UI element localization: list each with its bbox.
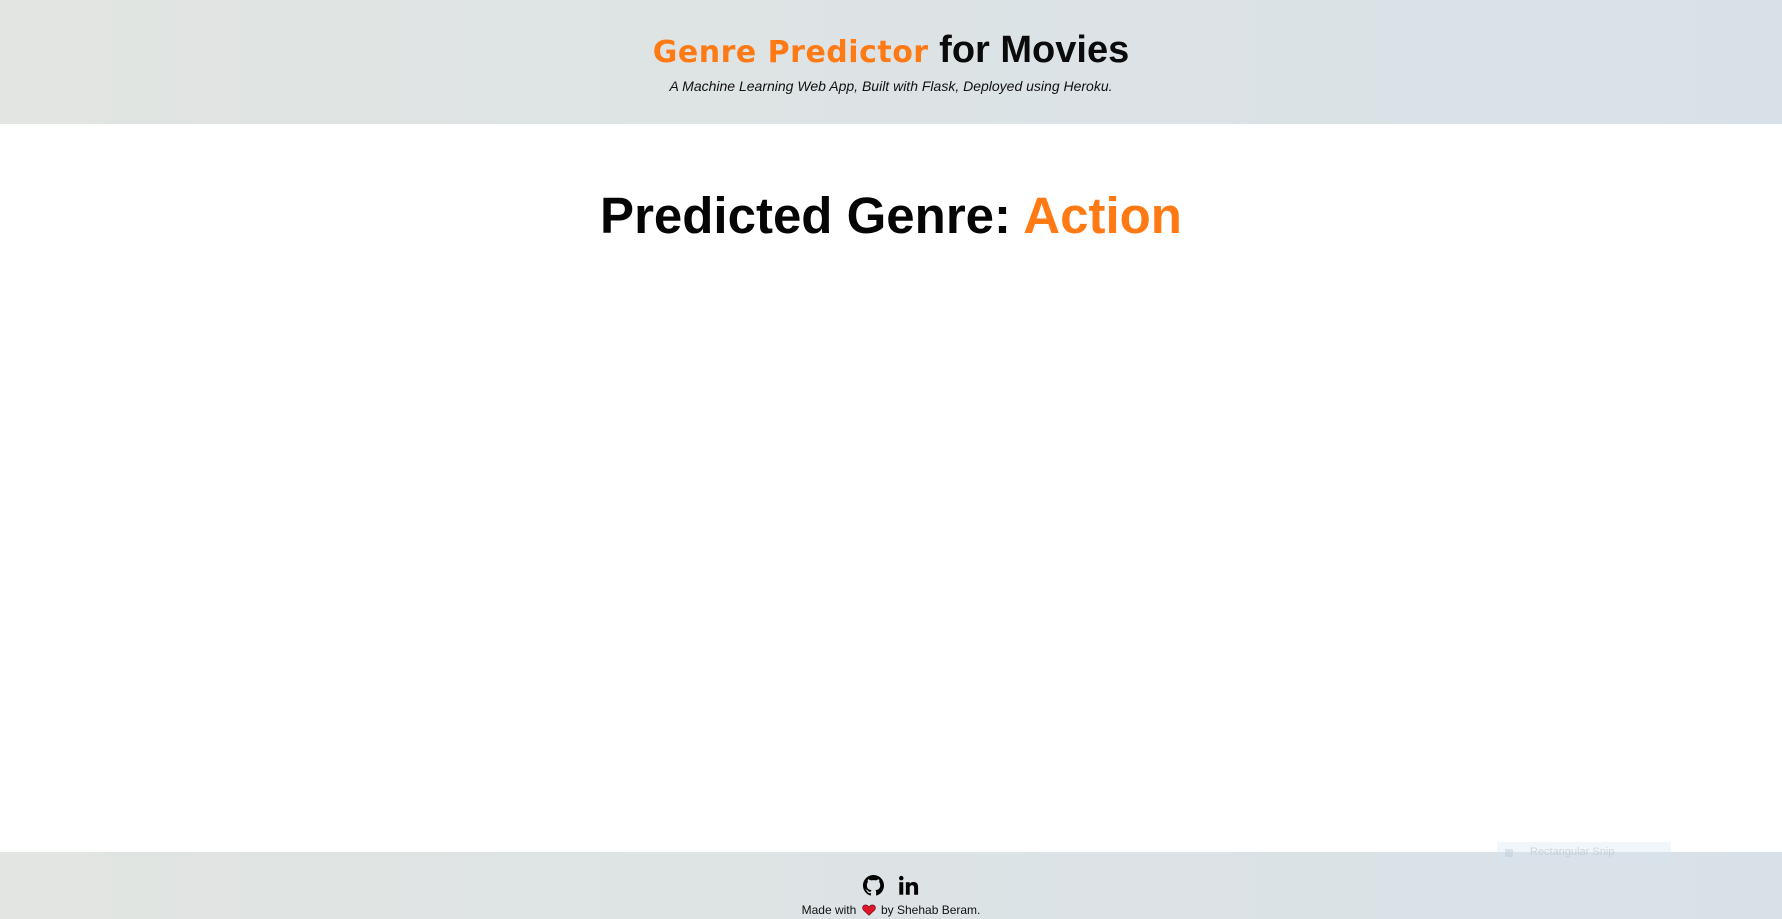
snip-label: Rectangular Snip <box>1530 846 1615 858</box>
page-title: Genre Predictor for Movies <box>0 28 1782 75</box>
github-icon <box>863 874 884 895</box>
heart-icon <box>861 904 876 916</box>
social-links <box>0 874 1782 896</box>
linkedin-icon <box>899 875 919 895</box>
title-rest: for Movies <box>939 29 1130 71</box>
page-subtitle: A Machine Learning Web App, Built with F… <box>669 78 1113 94</box>
github-link[interactable] <box>863 874 884 896</box>
site-header: Genre Predictor for Movies A Machine Lea… <box>0 0 1782 124</box>
snip-icon <box>1505 849 1513 857</box>
snipping-tool-toast[interactable]: Rectangular Snip <box>1497 842 1671 864</box>
title-accent: Genre Predictor <box>652 35 929 70</box>
predicted-genre: Action <box>1023 187 1182 244</box>
footer-credit: Made with by Shehab Beram. <box>0 902 1782 918</box>
prediction-result: Predicted Genre: Action <box>0 186 1782 246</box>
linkedin-link[interactable] <box>898 875 919 896</box>
prediction-label: Predicted Genre: <box>600 187 1012 244</box>
main-content: Predicted Genre: Action <box>0 124 1782 852</box>
credit-suffix: by Shehab Beram. <box>880 903 981 917</box>
credit-prefix: Made with <box>801 903 857 917</box>
